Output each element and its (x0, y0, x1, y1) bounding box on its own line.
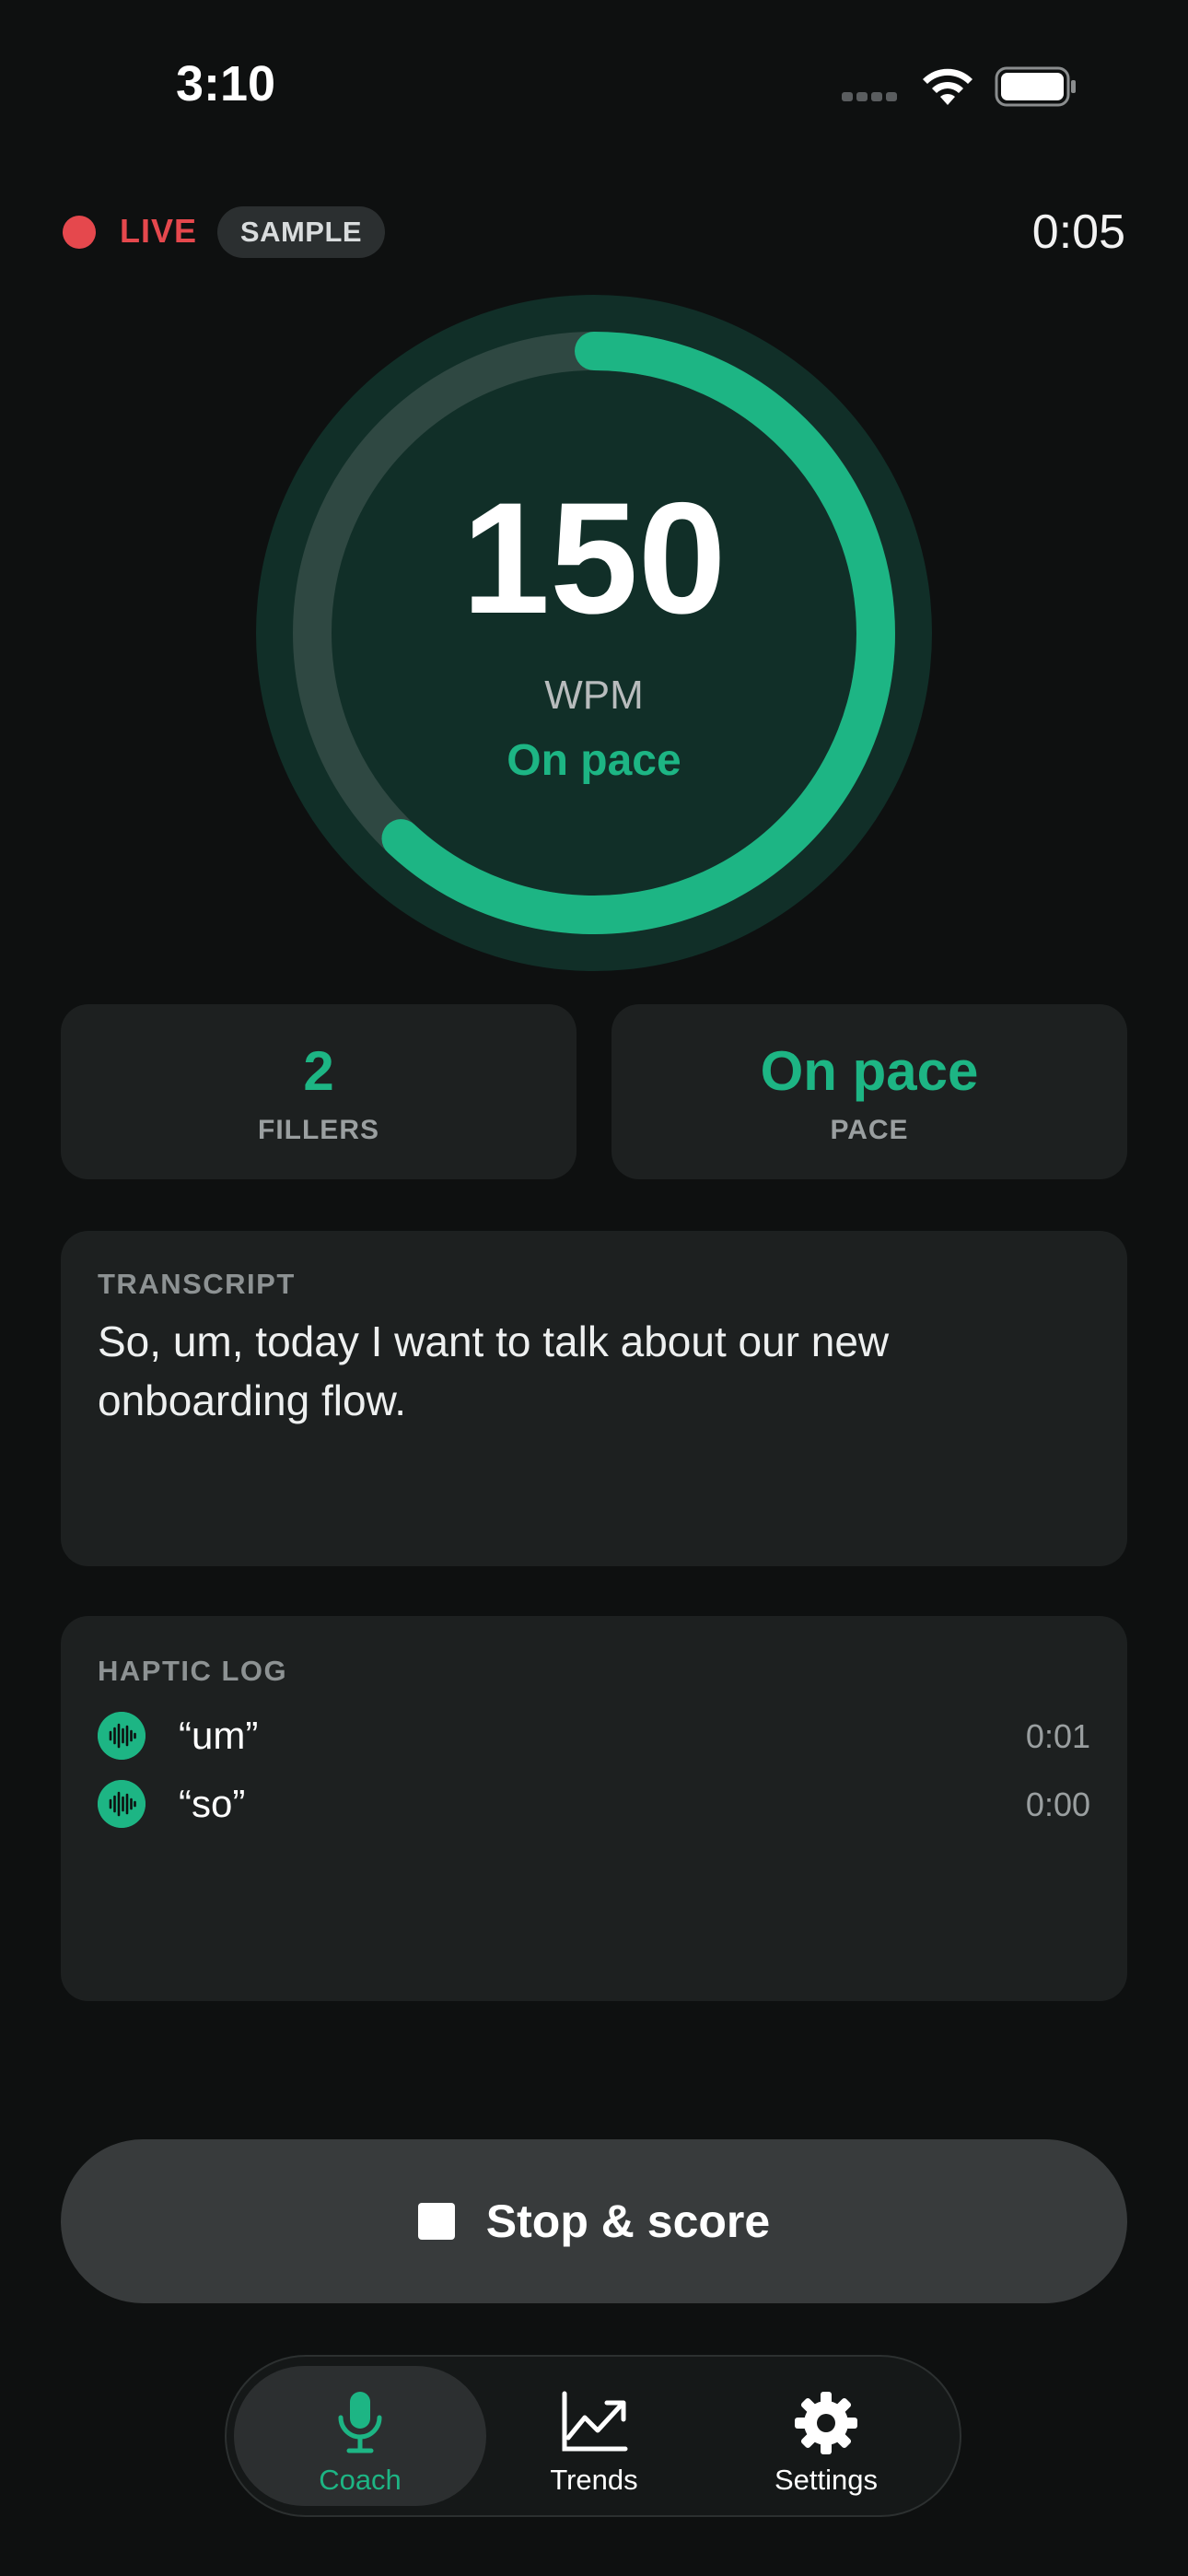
haptic-log-word: “so” (179, 1782, 246, 1825)
tab-bar: Coach Trends Settings (225, 2355, 961, 2517)
gear-icon (795, 2392, 857, 2454)
battery-icon (995, 66, 1076, 107)
fillers-card: 2 FILLERS (61, 1004, 577, 1179)
live-label: LIVE (120, 212, 198, 250)
pace-value: On pace (760, 1040, 979, 1102)
haptic-log-entry: “so” 0:00 (98, 1776, 1090, 1832)
pace-label: PACE (830, 1115, 909, 1145)
wpm-unit-label: WPM (544, 673, 644, 718)
fillers-label: FILLERS (258, 1115, 379, 1145)
waveform-icon (98, 1780, 146, 1828)
haptic-log-word: “um” (179, 1714, 259, 1757)
haptic-log-time: 0:00 (1025, 1786, 1090, 1823)
tab-coach-label: Coach (319, 2464, 402, 2496)
stop-and-score-button[interactable]: Stop & score (61, 2139, 1127, 2303)
cellular-signal-icon (842, 92, 903, 105)
tab-trends[interactable]: Trends (468, 2366, 720, 2506)
tab-settings-label: Settings (774, 2464, 878, 2496)
chart-trend-icon (562, 2391, 628, 2452)
transcript-text: So, um, today I want to talk about our n… (98, 1317, 890, 1424)
live-indicator-dot (63, 216, 96, 249)
stop-and-score-label: Stop & score (485, 2195, 771, 2247)
pace-status: On pace (507, 736, 681, 785)
elapsed-timer: 0:05 (1031, 205, 1125, 259)
wifi-icon (923, 68, 973, 105)
stop-icon (417, 2203, 455, 2240)
wpm-value: 150 (461, 470, 727, 647)
microphone-icon (338, 2392, 382, 2453)
haptic-log-card: HAPTIC LOG “um” 0:01 “so” 0:00 (61, 1616, 1127, 2001)
haptic-log-time: 0:01 (1025, 1717, 1090, 1755)
fillers-count: 2 (303, 1040, 334, 1102)
transcript-heading: TRANSCRIPT (98, 1268, 296, 1300)
haptic-log-heading: HAPTIC LOG (98, 1655, 288, 1687)
waveform-icon (98, 1712, 146, 1760)
tab-settings[interactable]: Settings (700, 2366, 952, 2506)
pace-card: On pace PACE (611, 1004, 1127, 1179)
sample-badge: SAMPLE (217, 206, 385, 258)
haptic-log-entry: “um” 0:01 (98, 1708, 1090, 1763)
tab-coach[interactable]: Coach (234, 2366, 486, 2506)
transcript-card: TRANSCRIPT So, um, today I want to talk … (61, 1231, 1127, 1566)
tab-trends-label: Trends (550, 2464, 638, 2496)
status-bar-time: 3:10 (175, 56, 276, 111)
